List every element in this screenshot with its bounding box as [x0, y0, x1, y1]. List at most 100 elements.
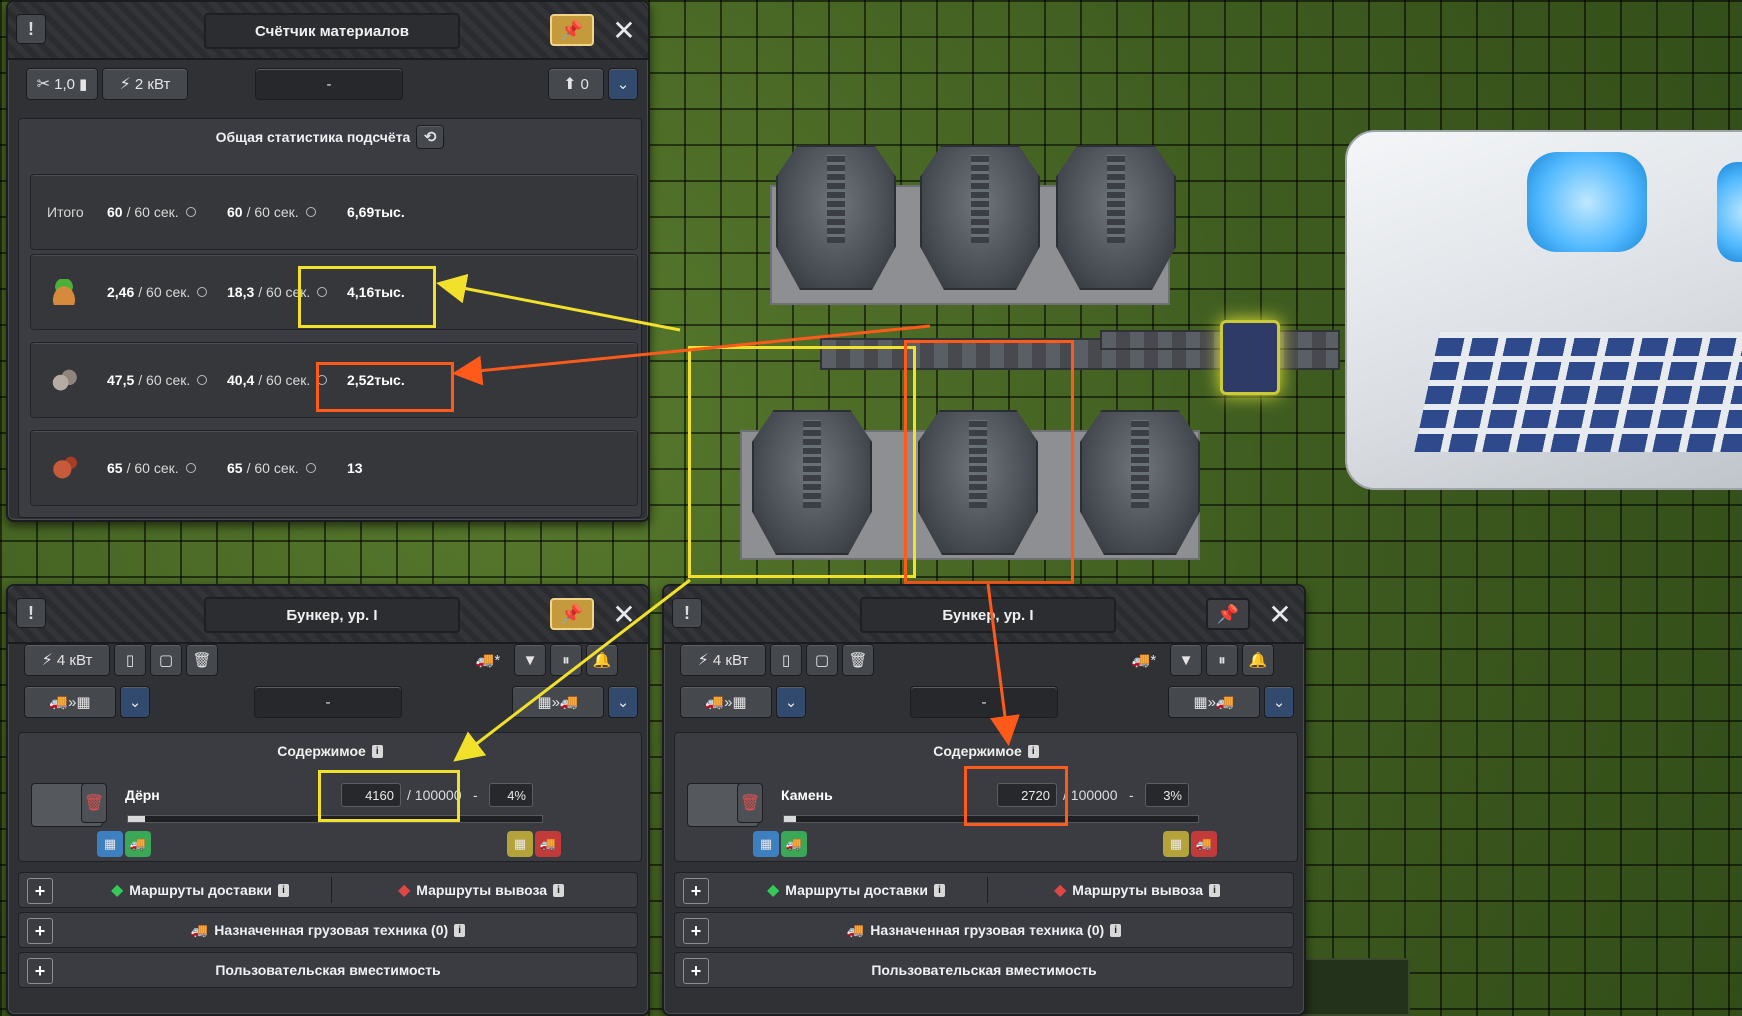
factory-building[interactable]	[1345, 130, 1742, 490]
info-icon[interactable]: i	[454, 923, 466, 937]
minimap-corner[interactable]	[1300, 958, 1410, 1016]
export-mode-button[interactable]: ▦»🚚	[512, 686, 604, 718]
import-dropdown-button[interactable]: ⌄	[120, 686, 150, 718]
percent-field[interactable]: 3%	[1145, 783, 1189, 807]
add-route-button[interactable]: +	[27, 878, 53, 904]
assigned-vehicles-row[interactable]: + 🚚 Назначенная грузовая техника (0) i	[674, 912, 1294, 948]
close-button[interactable]: ✕	[606, 14, 642, 46]
paste-settings-button[interactable]: ▢	[150, 644, 182, 676]
add-vehicle-button[interactable]: +	[27, 918, 53, 944]
clear-button[interactable]: 🗑	[186, 644, 218, 676]
import-mode-button[interactable]: 🚚»▦	[24, 686, 116, 718]
delivery-routes[interactable]: ◆ Маршруты доставки i	[69, 873, 331, 907]
export-routes[interactable]: ◆ Маршруты вывоза i	[331, 873, 631, 907]
bunker-building[interactable]	[776, 145, 896, 290]
power-button[interactable]: ⚡ 2 кВт	[102, 68, 188, 100]
filter-icon: ▼	[522, 651, 538, 669]
pin-button[interactable]: 📌	[550, 14, 594, 46]
add-route-button[interactable]: +	[683, 878, 709, 904]
close-button[interactable]: ✕	[1262, 598, 1298, 630]
assigned-vehicles-row[interactable]: + 🚚 Назначенная грузовая техника (0) i	[18, 912, 638, 948]
paste-settings-button[interactable]: ▢	[806, 644, 838, 676]
export-mode-button[interactable]: ▦»🚚	[1168, 686, 1260, 718]
import-mode-button[interactable]: 🚚»▦	[680, 686, 772, 718]
pin-button[interactable]: 📌	[550, 598, 594, 630]
export-dropdown-button[interactable]: ⌄	[1264, 686, 1294, 718]
pause-button[interactable]: ⏸	[1206, 644, 1238, 676]
bunker-building-selected[interactable]	[752, 410, 872, 555]
export-threshold-marker[interactable]: ▦	[1163, 831, 1189, 857]
filter-button[interactable]: ▼	[1170, 644, 1202, 676]
info-icon[interactable]: !	[16, 14, 46, 44]
contents-section: Содержимое i 🗑 Камень 2720 / 100000 - 3%…	[674, 732, 1298, 862]
pin-button[interactable]: 📌	[1206, 598, 1250, 630]
quantity-field[interactable]: 2720	[997, 783, 1057, 807]
filter-button[interactable]: ▼	[514, 644, 546, 676]
add-vehicle-button[interactable]: +	[683, 918, 709, 944]
power-button[interactable]: ⚡ 4 кВт	[680, 644, 766, 676]
import-threshold-marker[interactable]: ▦	[753, 831, 779, 857]
fill-bar[interactable]	[783, 815, 1199, 823]
export-truck-marker[interactable]: 🚚	[1191, 831, 1217, 857]
panel-titlebar[interactable]: ! Счётчик материалов 📌 ✕	[8, 2, 648, 60]
expand-capacity-button[interactable]: +	[683, 958, 709, 984]
expand-dropdown-button[interactable]: ⌄	[608, 68, 638, 100]
product-selector[interactable]: -	[254, 686, 402, 718]
export-dropdown-button[interactable]: ⌄	[608, 686, 638, 718]
quantity-field[interactable]: 4160	[341, 783, 401, 807]
copy-icon: ▯	[781, 652, 791, 669]
trucks-button[interactable]: ⬆ 0	[548, 68, 604, 100]
custom-capacity-label: Пользовательская вместимость	[871, 962, 1097, 978]
import-truck-marker[interactable]: 🚚	[781, 831, 807, 857]
import-threshold-marker[interactable]: ▦	[97, 831, 123, 857]
close-button[interactable]: ✕	[606, 598, 642, 630]
import-truck-marker[interactable]: 🚚	[125, 831, 151, 857]
workers-button[interactable]: ✂ 1,0 ▮	[26, 68, 98, 100]
panel-titlebar[interactable]: ! Бункер, ур. I 📌 ✕	[8, 586, 648, 644]
paste-icon: ▢	[158, 652, 174, 669]
copy-settings-button[interactable]: ▯	[114, 644, 146, 676]
info-icon[interactable]: i	[1209, 883, 1221, 897]
discard-button[interactable]: 🗑	[737, 783, 763, 823]
truck-priority-button[interactable]: 🚚*	[1124, 644, 1164, 676]
info-icon[interactable]: i	[553, 883, 565, 897]
power-button[interactable]: ⚡ 4 кВт	[24, 644, 110, 676]
bunker-building-selected[interactable]	[918, 410, 1038, 555]
info-icon[interactable]: i	[934, 883, 946, 897]
contents-section: Содержимое i 🗑 Дёрн 4160 / 100000 - 4% ▦…	[18, 732, 642, 862]
clear-button[interactable]: 🗑	[842, 644, 874, 676]
info-icon[interactable]: !	[672, 598, 702, 628]
percent-field[interactable]: 4%	[489, 783, 533, 807]
info-icon[interactable]: i	[371, 744, 383, 758]
fill-bar[interactable]	[127, 815, 543, 823]
bunker-building[interactable]	[1056, 145, 1176, 290]
info-icon[interactable]: i	[1110, 923, 1122, 937]
product-selector[interactable]: -	[910, 686, 1058, 718]
panel-titlebar[interactable]: ! Бункер, ур. I 📌 ✕	[664, 586, 1304, 644]
discard-button[interactable]: 🗑	[81, 783, 107, 823]
custom-capacity-row[interactable]: + Пользовательская вместимость	[18, 952, 638, 988]
rate-out: 65/ 60 сек.	[227, 431, 316, 505]
separator-dash: -	[1129, 787, 1134, 803]
info-icon[interactable]: !	[16, 598, 46, 628]
bunker-building[interactable]	[920, 145, 1040, 290]
info-icon[interactable]: i	[1027, 744, 1039, 758]
info-icon[interactable]: i	[278, 883, 290, 897]
delivery-routes[interactable]: ◆ Маршруты доставки i	[725, 873, 987, 907]
export-routes[interactable]: ◆ Маршруты вывоза i	[987, 873, 1287, 907]
notification-button[interactable]: 🔔	[586, 644, 618, 676]
panel-title: Счётчик материалов	[204, 13, 460, 49]
import-dropdown-button[interactable]: ⌄	[776, 686, 806, 718]
expand-capacity-button[interactable]: +	[27, 958, 53, 984]
bunker-building[interactable]	[1080, 410, 1200, 555]
export-truck-marker[interactable]: 🚚	[535, 831, 561, 857]
material-counter-building[interactable]	[1220, 320, 1280, 395]
export-threshold-marker[interactable]: ▦	[507, 831, 533, 857]
reset-stats-button[interactable]: ⟲	[416, 125, 445, 149]
notification-button[interactable]: 🔔	[1242, 644, 1274, 676]
custom-capacity-row[interactable]: + Пользовательская вместимость	[674, 952, 1294, 988]
truck-priority-button[interactable]: 🚚*	[468, 644, 508, 676]
copy-settings-button[interactable]: ▯	[770, 644, 802, 676]
pause-button[interactable]: ⏸	[550, 644, 582, 676]
product-selector[interactable]: -	[255, 68, 403, 100]
